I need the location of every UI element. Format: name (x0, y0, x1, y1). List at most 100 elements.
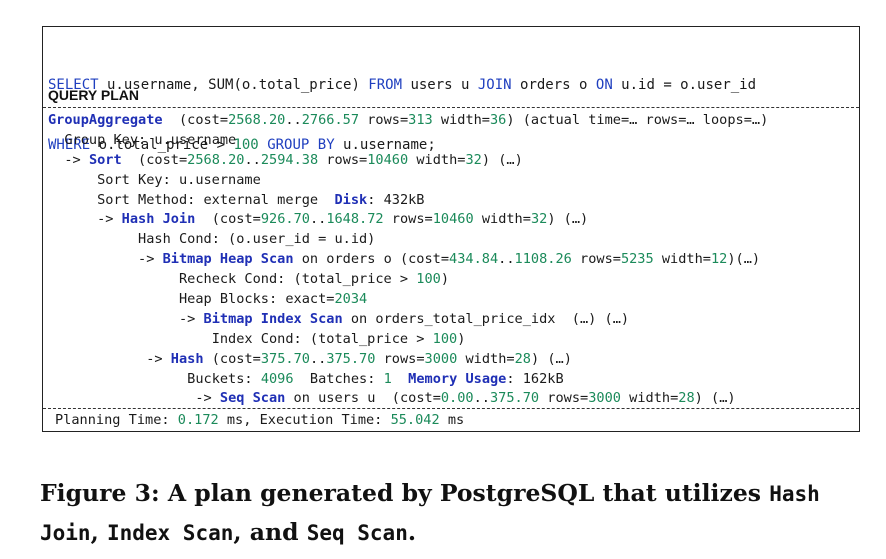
sql-token: u.id = o.user_id (612, 77, 757, 93)
plan-token: width= (620, 390, 679, 407)
plan-token: Sort Method: external merge (97, 191, 335, 208)
plan-token: 10460 (367, 151, 409, 168)
timing-token: 0.172 (177, 412, 219, 428)
plan-token: ) (457, 330, 466, 347)
timing-line: Planning Time: 0.172 ms, Execution Time:… (55, 411, 464, 430)
query-plan-body: GroupAggregate (cost=2568.20..2766.57 ro… (48, 111, 768, 409)
plan-token: 3000 (588, 390, 621, 407)
plan-token: Heap Blocks: exact= (178, 291, 335, 308)
plan-line: Sort Method: external merge Disk: 432kB (48, 191, 768, 211)
plan-token: rows= (383, 211, 433, 228)
plan-token: .. (285, 112, 302, 128)
plan-token: rows= (375, 350, 425, 367)
sql-token: FROM (368, 77, 403, 93)
plan-token: Bitmap Heap Scan (162, 251, 294, 268)
plan-token: 28 (678, 390, 695, 407)
plan-line: Index Cond: (total_price > 100) (48, 330, 768, 350)
plan-token: rows= (359, 112, 409, 128)
caption-text-2: , (90, 518, 107, 546)
plan-token: GroupAggregate (48, 112, 163, 128)
plan-token: -> (146, 350, 171, 367)
plan-token: 313 (408, 112, 433, 128)
plan-token: rows= (318, 151, 368, 168)
plan-token: 2594.38 (260, 151, 319, 168)
plan-token: 32 (465, 151, 482, 168)
plan-token: on users u (cost= (285, 390, 441, 407)
plan-token: 2034 (334, 291, 368, 308)
plan-token: width= (473, 211, 531, 228)
plan-token: 375.70 (260, 350, 310, 367)
plan-token: -> (64, 151, 89, 168)
plan-token: (cost= (203, 350, 261, 367)
plan-line: -> Hash (cost=375.70..375.70 rows=3000 w… (48, 350, 768, 370)
caption-code-index-scan: Index Scan (106, 521, 234, 545)
plan-token: (cost= (195, 211, 261, 228)
plan-token: Batches: (293, 370, 384, 387)
plan-line: Heap Blocks: exact=2034 (48, 290, 768, 310)
plan-token: Recheck Cond: (total_price > (178, 271, 417, 288)
plan-token: .. (473, 390, 490, 407)
plan-token: 1648.72 (326, 211, 384, 228)
plan-token: (cost= (162, 112, 229, 128)
caption-text-3: , and (233, 518, 307, 546)
plan-token: Sort (88, 151, 122, 168)
plan-line: -> Hash Join (cost=926.70..1648.72 rows=… (48, 210, 768, 230)
plan-token: 2568.20 (187, 151, 245, 168)
plan-token: 12 (710, 251, 728, 268)
caption-code-join: Join (40, 521, 91, 545)
figure-caption: Figure 3: A plan generated by PostgreSQL… (40, 474, 870, 552)
caption-text-1: Figure 3: A plan generated by PostgreSQL… (40, 479, 770, 507)
plan-token: 36 (490, 112, 507, 128)
plan-token: -> (138, 251, 163, 268)
plan-line: -> Seq Scan on users u (cost=0.00..375.7… (48, 389, 768, 409)
plan-line: Hash Cond: (o.user_id = u.id) (48, 230, 768, 250)
plan-line: Recheck Cond: (total_price > 100) (48, 270, 768, 290)
plan-token: 926.70 (260, 211, 310, 228)
bottom-divider (43, 408, 859, 409)
sql-token: ON (595, 77, 613, 93)
query-plan-heading: QUERY PLAN (48, 87, 140, 103)
plan-line: -> Sort (cost=2568.20..2594.38 rows=1046… (48, 151, 768, 171)
plan-token: width= (432, 112, 490, 128)
plan-token: 434.84 (449, 251, 499, 268)
plan-token: width= (408, 151, 466, 168)
plan-token: rows= (571, 251, 621, 268)
plan-token: .. (498, 251, 515, 268)
caption-text-4: . (407, 518, 417, 546)
plan-line: GroupAggregate (cost=2568.20..2766.57 ro… (48, 111, 768, 131)
sql-token: users u (402, 77, 478, 93)
plan-token: 10460 (432, 211, 474, 228)
plan-token (392, 371, 408, 387)
timing-token: 55.042 (390, 412, 440, 428)
plan-token: ) (…) (694, 390, 736, 407)
plan-token: 1 (383, 370, 392, 387)
plan-token: Disk (334, 191, 368, 208)
timing-token: ms, Execution Time: (218, 412, 391, 428)
caption-code-seq-scan: Seq Scan (306, 521, 408, 545)
plan-token: 375.70 (490, 390, 540, 407)
plan-token: Group Key: u.username (64, 131, 237, 148)
timing-token: ms (439, 412, 465, 428)
plan-token: : 162kB (506, 370, 564, 387)
plan-token: Bitmap Index Scan (203, 310, 343, 327)
plan-token: )(…) (727, 251, 761, 268)
plan-token: ) (440, 271, 450, 288)
plan-token: .. (309, 211, 327, 228)
plan-token: 1108.26 (514, 251, 572, 268)
sql-token: u.username, SUM(o.total_price) (98, 77, 369, 93)
plan-token: ) (…) (481, 151, 523, 168)
top-divider (43, 107, 859, 108)
timing-token: Planning Time: (55, 412, 178, 428)
plan-token: : 432kB (367, 191, 425, 208)
plan-line: Buckets: 4096 Batches: 1 Memory Usage: 1… (48, 370, 768, 390)
plan-token: Sort Key: u.username (97, 171, 261, 188)
sql-token: orders o (511, 77, 596, 93)
